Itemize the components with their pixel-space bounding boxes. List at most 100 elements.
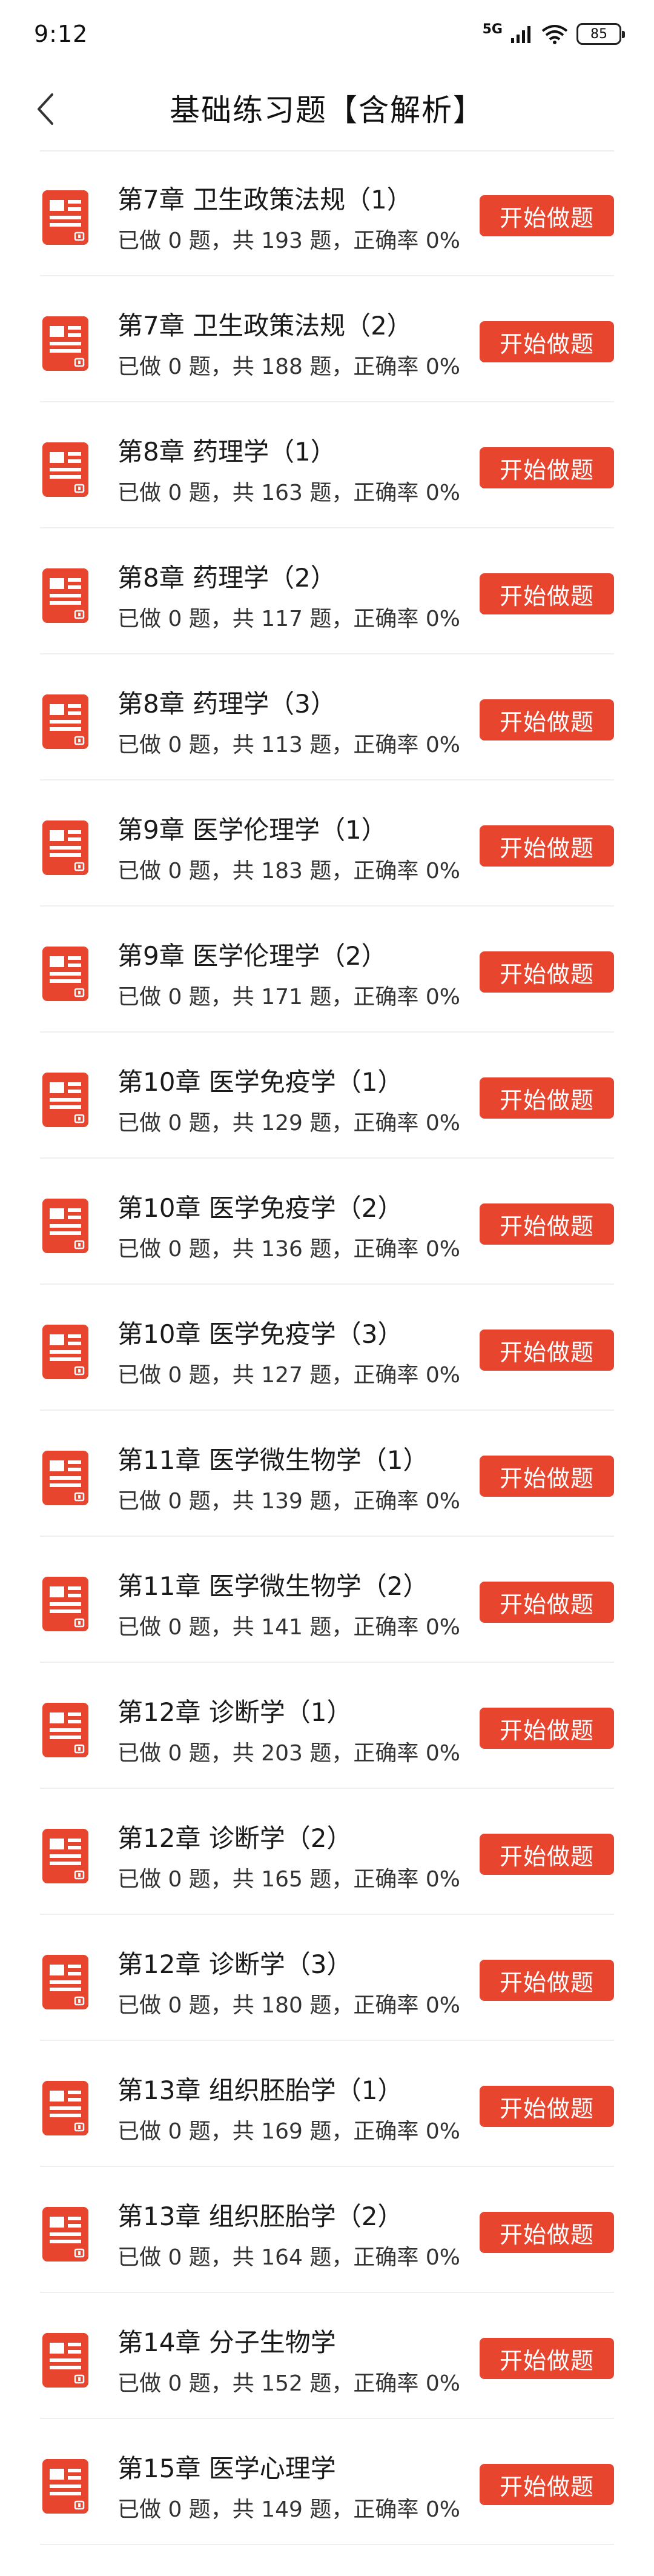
document-icon <box>42 1955 88 2009</box>
start-practice-button[interactable]: 开始做题 <box>480 195 614 236</box>
list-item: 第11章 医学微生物学（1） 已做 0 题，共 139 题，正确率 0% 开始做… <box>0 1411 654 1537</box>
document-icon <box>42 1577 88 1631</box>
start-practice-button[interactable]: 开始做题 <box>480 1456 614 1497</box>
list-item: 第13章 组织胚胎学（2） 已做 0 题，共 164 题，正确率 0% 开始做题 <box>0 2167 654 2293</box>
start-practice-button[interactable]: 开始做题 <box>480 573 614 614</box>
item-title: 第12章 诊断学（3） <box>117 1949 352 1979</box>
list-item: 第11章 医学微生物学（2） 已做 0 题，共 141 题，正确率 0% 开始做… <box>0 1537 654 1663</box>
item-title: 第7章 卫生政策法规（2） <box>117 311 412 341</box>
item-title: 第9章 医学伦理学（1） <box>117 815 387 845</box>
start-practice-button[interactable]: 开始做题 <box>480 2212 614 2253</box>
item-stats: 已做 0 题，共 113 题，正确率 0% <box>117 733 460 757</box>
start-practice-button[interactable]: 开始做题 <box>480 1203 614 1245</box>
start-practice-button[interactable]: 开始做题 <box>480 951 614 993</box>
item-title: 第10章 医学免疫学（3） <box>117 1319 403 1349</box>
item-title: 第11章 医学微生物学（2） <box>117 1571 429 1601</box>
app-header: 基础练习题【含解析】 <box>0 73 654 145</box>
document-icon <box>42 2459 88 2514</box>
start-practice-button[interactable]: 开始做题 <box>480 321 614 362</box>
item-title: 第10章 医学免疫学（2） <box>117 1193 403 1223</box>
item-title: 第13章 组织胚胎学（1） <box>117 2075 403 2105</box>
document-icon <box>42 694 88 749</box>
item-stats: 已做 0 题，共 169 题，正确率 0% <box>117 2119 460 2144</box>
item-title: 第12章 诊断学（1） <box>117 1697 352 1727</box>
item-title: 第11章 医学微生物学（1） <box>117 1445 429 1475</box>
start-practice-button[interactable]: 开始做题 <box>480 1960 614 2001</box>
document-icon <box>42 1703 88 1757</box>
document-icon <box>42 1199 88 1253</box>
item-stats: 已做 0 题，共 188 题，正确率 0% <box>117 354 460 379</box>
start-practice-button[interactable]: 开始做题 <box>480 825 614 867</box>
item-stats: 已做 0 题，共 152 题，正确率 0% <box>117 2371 460 2396</box>
start-practice-button[interactable]: 开始做题 <box>480 699 614 741</box>
start-practice-button[interactable]: 开始做题 <box>480 1834 614 1875</box>
signal-icon <box>511 26 530 43</box>
start-practice-button[interactable]: 开始做题 <box>480 447 614 488</box>
document-icon <box>42 1451 88 1505</box>
item-stats: 已做 0 题，共 193 题，正确率 0% <box>117 228 460 253</box>
item-stats: 已做 0 题，共 149 题，正确率 0% <box>117 2497 460 2522</box>
item-title: 第8章 药理学（3） <box>117 689 336 719</box>
document-icon <box>42 1073 88 1127</box>
list-item: 第9章 医学伦理学（1） 已做 0 题，共 183 题，正确率 0% 开始做题 <box>0 780 654 907</box>
list-item: 第8章 药理学（2） 已做 0 题，共 117 题，正确率 0% 开始做题 <box>0 528 654 654</box>
list-item: 第9章 医学伦理学（2） 已做 0 题，共 171 题，正确率 0% 开始做题 <box>0 907 654 1033</box>
list-item: 第14章 分子生物学 已做 0 题，共 152 题，正确率 0% 开始做题 <box>0 2293 654 2419</box>
item-stats: 已做 0 题，共 164 题，正确率 0% <box>117 2245 460 2270</box>
list-item: 第8章 药理学（3） 已做 0 题，共 113 题，正确率 0% 开始做题 <box>0 654 654 780</box>
item-stats: 已做 0 题，共 136 题，正确率 0% <box>117 1237 460 1262</box>
item-title: 第8章 药理学（1） <box>117 437 336 467</box>
battery-icon: 85 <box>576 23 625 45</box>
start-practice-button[interactable]: 开始做题 <box>480 1330 614 1371</box>
item-stats: 已做 0 题，共 203 题，正确率 0% <box>117 1741 460 1766</box>
wifi-icon <box>541 25 568 44</box>
list-item: 第10章 医学免疫学（2） 已做 0 题，共 136 题，正确率 0% 开始做题 <box>0 1159 654 1285</box>
item-stats: 已做 0 题，共 163 题，正确率 0% <box>117 481 460 505</box>
list-item: 第13章 组织胚胎学（1） 已做 0 题，共 169 题，正确率 0% 开始做题 <box>0 2041 654 2167</box>
status-icons: 5G 85 <box>483 22 625 46</box>
item-stats: 已做 0 题，共 117 题，正确率 0% <box>117 607 460 631</box>
status-time: 9:12 <box>34 21 88 47</box>
start-practice-button[interactable]: 开始做题 <box>480 1708 614 1749</box>
item-stats: 已做 0 题，共 141 题，正确率 0% <box>117 1615 460 1640</box>
document-icon <box>42 568 88 623</box>
document-icon <box>42 2333 88 2388</box>
list-item: 第12章 诊断学（2） 已做 0 题，共 165 题，正确率 0% 开始做题 <box>0 1789 654 1915</box>
item-stats: 已做 0 题，共 129 题，正确率 0% <box>117 1111 460 1136</box>
start-practice-button[interactable]: 开始做题 <box>480 2464 614 2505</box>
document-icon <box>42 1829 88 1883</box>
item-stats: 已做 0 题，共 139 题，正确率 0% <box>117 1489 460 1514</box>
item-title: 第7章 卫生政策法规（1） <box>117 185 412 215</box>
list-item: 第15章 医学心理学 已做 0 题，共 149 题，正确率 0% 开始做题 <box>0 2419 654 2545</box>
document-icon <box>42 2207 88 2261</box>
document-icon <box>42 820 88 875</box>
item-stats: 已做 0 题，共 171 题，正确率 0% <box>117 985 460 1010</box>
item-title: 第10章 医学免疫学（1） <box>117 1067 403 1097</box>
document-icon <box>42 947 88 1001</box>
list-item: 第7章 卫生政策法规（1） 已做 0 题，共 193 题，正确率 0% 开始做题 <box>0 150 654 276</box>
page-title: 基础练习题【含解析】 <box>170 93 484 128</box>
start-practice-button[interactable]: 开始做题 <box>480 1582 614 1623</box>
battery-level: 85 <box>590 26 607 42</box>
item-title: 第12章 诊断学（2） <box>117 1823 352 1853</box>
document-icon <box>42 1325 88 1379</box>
item-title: 第15章 医学心理学 <box>117 2454 336 2483</box>
start-practice-button[interactable]: 开始做题 <box>480 2338 614 2379</box>
item-title: 第9章 医学伦理学（2） <box>117 941 387 971</box>
start-practice-button[interactable]: 开始做题 <box>480 2086 614 2127</box>
document-icon <box>42 316 88 371</box>
list-item: 第10章 医学免疫学（1） 已做 0 题，共 129 题，正确率 0% 开始做题 <box>0 1033 654 1159</box>
start-practice-button[interactable]: 开始做题 <box>480 1077 614 1119</box>
status-bar: 9:12 5G 85 <box>0 0 654 73</box>
list-item: 第12章 诊断学（1） 已做 0 题，共 203 题，正确率 0% 开始做题 <box>0 1663 654 1789</box>
exercise-list: 第7章 卫生政策法规（1） 已做 0 题，共 193 题，正确率 0% 开始做题… <box>0 150 654 2545</box>
item-stats: 已做 0 题，共 183 题，正确率 0% <box>117 859 460 884</box>
divider <box>40 2544 614 2545</box>
list-item: 第12章 诊断学（3） 已做 0 题，共 180 题，正确率 0% 开始做题 <box>0 1915 654 2041</box>
item-title: 第13章 组织胚胎学（2） <box>117 2202 403 2231</box>
document-icon <box>42 442 88 497</box>
item-stats: 已做 0 题，共 180 题，正确率 0% <box>117 1993 460 2018</box>
list-item: 第7章 卫生政策法规（2） 已做 0 题，共 188 题，正确率 0% 开始做题 <box>0 276 654 402</box>
item-stats: 已做 0 题，共 165 题，正确率 0% <box>117 1867 460 1892</box>
document-icon <box>42 2081 88 2135</box>
